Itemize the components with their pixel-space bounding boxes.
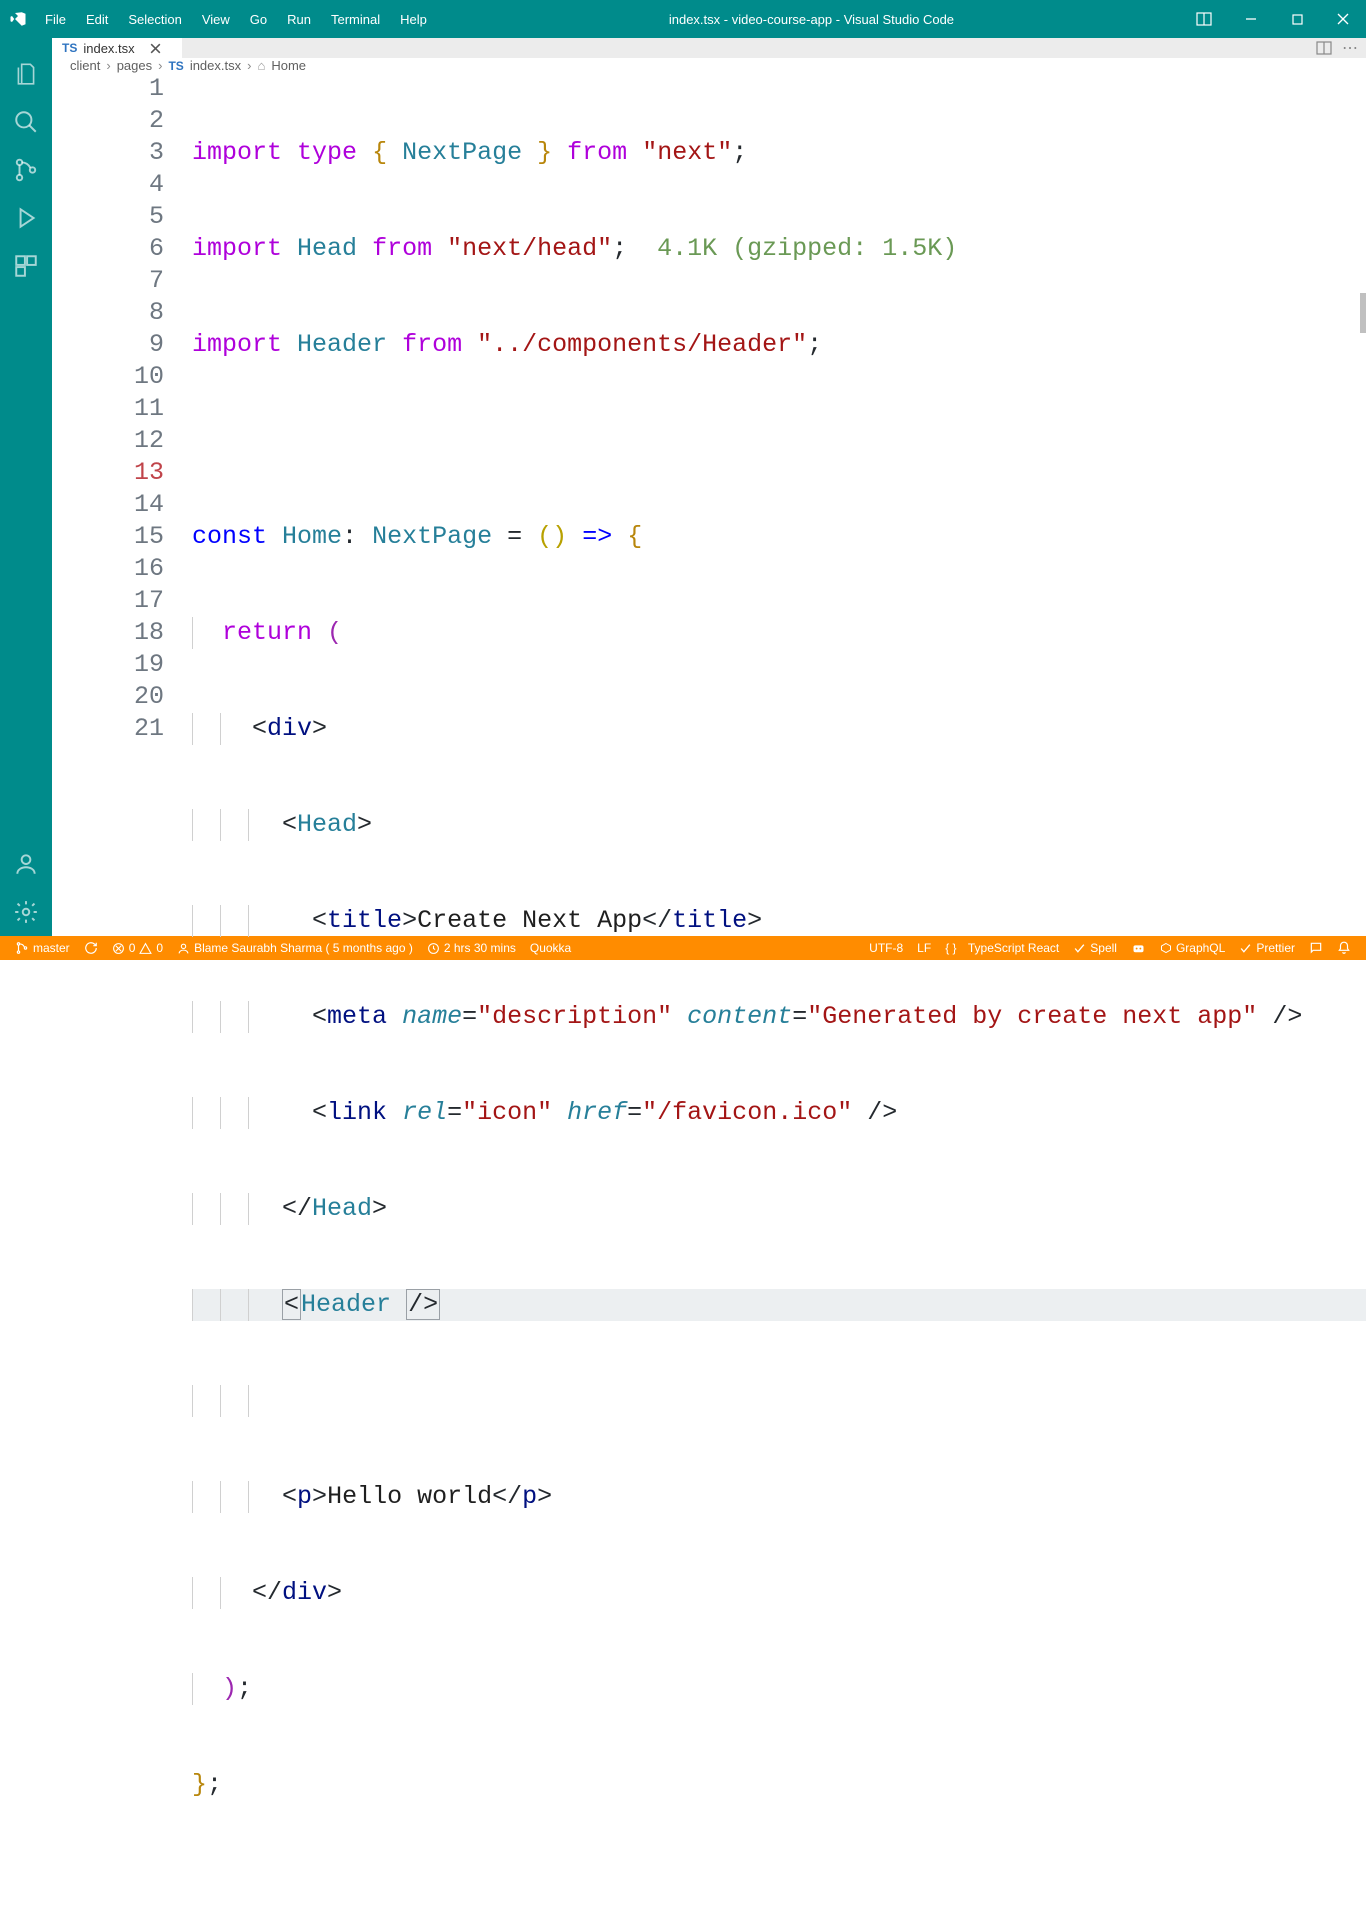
minimize-button[interactable]	[1228, 0, 1274, 38]
close-button[interactable]	[1320, 0, 1366, 38]
menu-edit[interactable]: Edit	[76, 0, 118, 38]
tab-label: index.tsx	[83, 41, 134, 56]
line-number-gutter: 123456789101112131415161718192021	[52, 73, 192, 1920]
tabs-bar: TS index.tsx ⋯	[52, 38, 1366, 58]
menu-help[interactable]: Help	[390, 0, 437, 38]
menu-selection[interactable]: Selection	[118, 0, 191, 38]
breadcrumb-segment[interactable]: pages	[117, 58, 152, 73]
title-bar: File Edit Selection View Go Run Terminal…	[0, 0, 1366, 38]
chevron-right-icon: ›	[106, 58, 110, 73]
chevron-right-icon: ›	[247, 58, 251, 73]
symbol-icon: ⌂	[257, 58, 265, 73]
window-controls	[1186, 0, 1366, 38]
menu-bar: File Edit Selection View Go Run Terminal…	[35, 0, 437, 38]
breadcrumb-symbol[interactable]: Home	[271, 58, 306, 73]
editor: TS index.tsx ⋯ client › pages › TS index…	[52, 38, 1366, 936]
window-title: index.tsx - video-course-app - Visual St…	[437, 12, 1186, 27]
maximize-button[interactable]	[1274, 0, 1320, 38]
code-content[interactable]: import type { NextPage } from "next"; im…	[192, 73, 1366, 1920]
settings-gear-icon[interactable]	[0, 888, 52, 936]
menu-view[interactable]: View	[192, 0, 240, 38]
tab-close-icon[interactable]	[149, 42, 162, 55]
layout-toggle-icon[interactable]	[1186, 11, 1222, 27]
source-control-icon[interactable]	[0, 146, 52, 194]
breadcrumb-segment[interactable]: client	[70, 58, 100, 73]
more-actions-icon[interactable]: ⋯	[1342, 38, 1358, 58]
breadcrumb-file[interactable]: index.tsx	[190, 58, 241, 73]
explorer-icon[interactable]	[0, 50, 52, 98]
activity-bar	[0, 38, 52, 936]
tab-index-tsx[interactable]: TS index.tsx	[52, 38, 182, 58]
extensions-icon[interactable]	[0, 242, 52, 290]
minimap-scroll-indicator[interactable]	[1360, 293, 1366, 333]
menu-terminal[interactable]: Terminal	[321, 0, 390, 38]
search-icon[interactable]	[0, 98, 52, 146]
code-editor[interactable]: 123456789101112131415161718192021 import…	[52, 73, 1366, 1920]
breadcrumb[interactable]: client › pages › TS index.tsx › ⌂ Home	[52, 58, 1366, 73]
run-debug-icon[interactable]	[0, 194, 52, 242]
menu-file[interactable]: File	[35, 0, 76, 38]
vscode-icon	[0, 10, 35, 28]
menu-run[interactable]: Run	[277, 0, 321, 38]
menu-go[interactable]: Go	[240, 0, 277, 38]
typescript-icon: TS	[62, 41, 77, 55]
split-editor-icon[interactable]	[1316, 40, 1332, 56]
chevron-right-icon: ›	[158, 58, 162, 73]
typescript-icon: TS	[168, 59, 183, 73]
accounts-icon[interactable]	[0, 840, 52, 888]
